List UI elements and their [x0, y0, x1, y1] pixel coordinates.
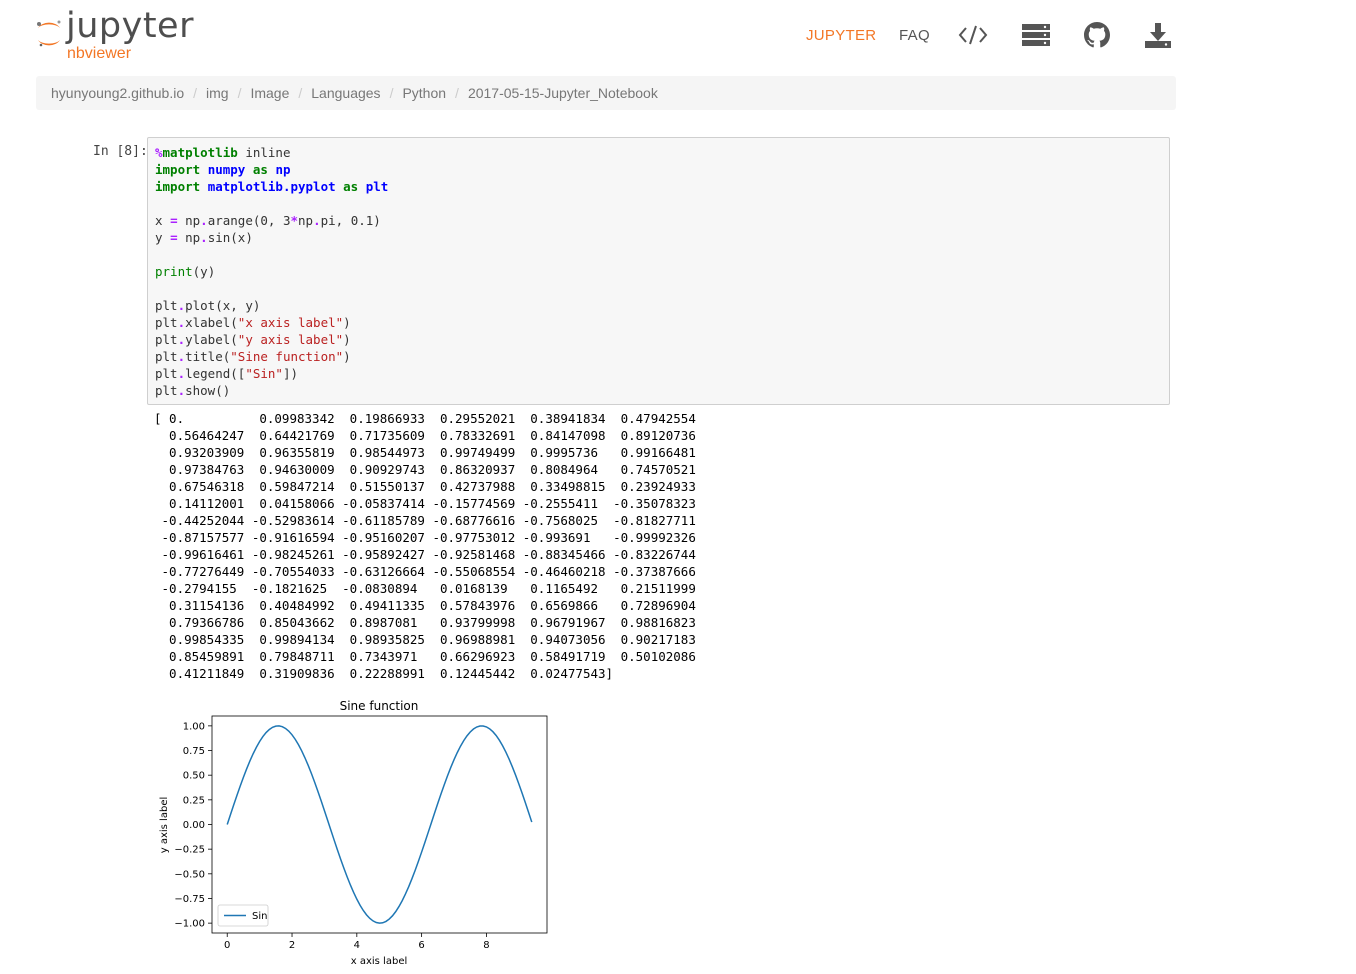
output-line: 0.79366786 0.85043662 0.8987081 0.937999… [154, 615, 696, 630]
y-tick-label: −1.00 [174, 919, 205, 930]
chart-ylabel: y axis label [159, 797, 170, 854]
breadcrumb: hyunyoung2.github.io / img / Image / Languages… [36, 76, 1176, 110]
logo-text: jupyter [66, 6, 194, 46]
code-icon[interactable] [957, 19, 989, 51]
plot-area-frame [211, 715, 548, 934]
code-block: %matplotlib inline import numpy as np im… [155, 144, 388, 399]
output-line: 0.67546318 0.59847214 0.51550137 0.42737… [154, 479, 696, 494]
download-icon[interactable] [1142, 19, 1174, 51]
y-tick-label: −0.25 [174, 845, 205, 856]
y-tick-label: 1.00 [183, 721, 205, 732]
code-line: %matplotlib inline [155, 145, 291, 160]
code-line: y = np.sin(x) [155, 230, 253, 245]
code-line: plt.plot(x, y) [155, 298, 261, 313]
jupyter-logo[interactable]: jupyter nbviewer [34, 6, 204, 64]
breadcrumb-separator: / [193, 85, 197, 101]
y-tick-label: −0.75 [174, 894, 205, 905]
cell-output-text: [ 0. 0.09983342 0.19866933 0.29552021 0.… [154, 410, 696, 682]
x-tick-label: 4 [354, 940, 360, 951]
legend-label: Sin [252, 911, 267, 922]
x-tick-label: 0 [224, 940, 230, 951]
server-icon[interactable] [1020, 19, 1052, 51]
code-line: plt.title("Sine function") [155, 349, 351, 364]
plot-output: Sine function 0 2 4 6 8 1.00 0.75 0.50 0.25 0.00 −… [150, 694, 570, 969]
breadcrumb-separator: / [237, 85, 242, 101]
output-line: -0.2794155 -0.1821625 -0.0830894 0.01681… [154, 581, 696, 596]
y-tick-label: 0.00 [183, 820, 205, 831]
output-line: 0.85459891 0.79848711 0.7343971 0.662969… [154, 649, 696, 664]
output-line: -0.87157577 -0.91616594 -0.95160207 -0.9… [154, 530, 696, 545]
breadcrumb-item-current[interactable]: 2017-05-15-Jupyter_Notebook [468, 85, 658, 101]
y-tick-label: −0.50 [174, 869, 205, 880]
logo-subtitle: nbviewer [67, 45, 132, 62]
code-line: plt.xlabel("x axis label") [155, 315, 351, 330]
breadcrumb-item[interactable]: img [206, 85, 229, 101]
output-line: -0.44252044 -0.52983614 -0.61185789 -0.6… [154, 513, 696, 528]
code-input-area[interactable]: %matplotlib inline import numpy as np im… [147, 137, 1170, 405]
output-line: -0.99616461 -0.98245261 -0.95892427 -0.9… [154, 547, 696, 562]
chart-title: Sine function [340, 699, 419, 713]
y-tick-label: 0.75 [183, 746, 205, 757]
output-line: 0.56464247 0.64421769 0.71735609 0.78332… [154, 428, 696, 443]
jupyter-logo-icon [37, 20, 61, 47]
x-tick-label: 8 [483, 940, 489, 951]
y-tick-label: 0.50 [183, 771, 205, 782]
x-tick-label: 2 [289, 940, 295, 951]
output-line: 0.93203909 0.96355819 0.98544973 0.99749… [154, 445, 696, 460]
output-line: [ 0. 0.09983342 0.19866933 0.29552021 0.… [154, 411, 696, 426]
output-line: 0.31154136 0.40484992 0.49411335 0.57843… [154, 598, 696, 613]
input-prompt: In [8]: [93, 144, 148, 159]
output-line: 0.97384763 0.94630009 0.90929743 0.86320… [154, 462, 696, 477]
code-line: plt.show() [155, 383, 231, 398]
code-line: x = np.arange(0, 3*np.pi, 0.1) [155, 213, 381, 228]
code-line: plt.legend(["Sin"]) [155, 366, 299, 381]
output-line: 0.41211849 0.31909836 0.22288991 0.12445… [154, 666, 614, 681]
breadcrumb-item[interactable]: Languages [311, 85, 380, 101]
breadcrumb-separator: / [389, 85, 394, 101]
github-icon[interactable] [1081, 19, 1113, 51]
nav-jupyter-link[interactable]: JUPYTER [806, 27, 876, 44]
code-line: plt.ylabel("y axis label") [155, 332, 351, 347]
breadcrumb-item[interactable]: hyunyoung2.github.io [51, 85, 184, 101]
breadcrumb-item[interactable]: Image [250, 85, 289, 101]
code-line: print(y) [155, 264, 216, 279]
nav-faq-link[interactable]: FAQ [899, 27, 930, 44]
output-line: 0.14112001 0.04158066 -0.05837414 -0.157… [154, 496, 696, 511]
breadcrumb-item[interactable]: Python [402, 85, 446, 101]
code-line: import numpy as np [155, 162, 291, 177]
y-tick-label: 0.25 [183, 795, 205, 806]
output-line: -0.77276449 -0.70554033 -0.63126664 -0.5… [154, 564, 696, 579]
sine-chart: Sine function 0 2 4 6 8 1.00 0.75 0.50 0.25 0.00 −… [159, 699, 548, 967]
x-tick-label: 6 [418, 940, 424, 951]
chart-xlabel: x axis label [351, 956, 408, 967]
breadcrumb-separator: / [298, 85, 303, 101]
output-line: 0.99854335 0.99894134 0.98935825 0.96988… [154, 632, 696, 647]
code-line: import matplotlib.pyplot as plt [155, 179, 389, 194]
breadcrumb-separator: / [455, 85, 459, 101]
